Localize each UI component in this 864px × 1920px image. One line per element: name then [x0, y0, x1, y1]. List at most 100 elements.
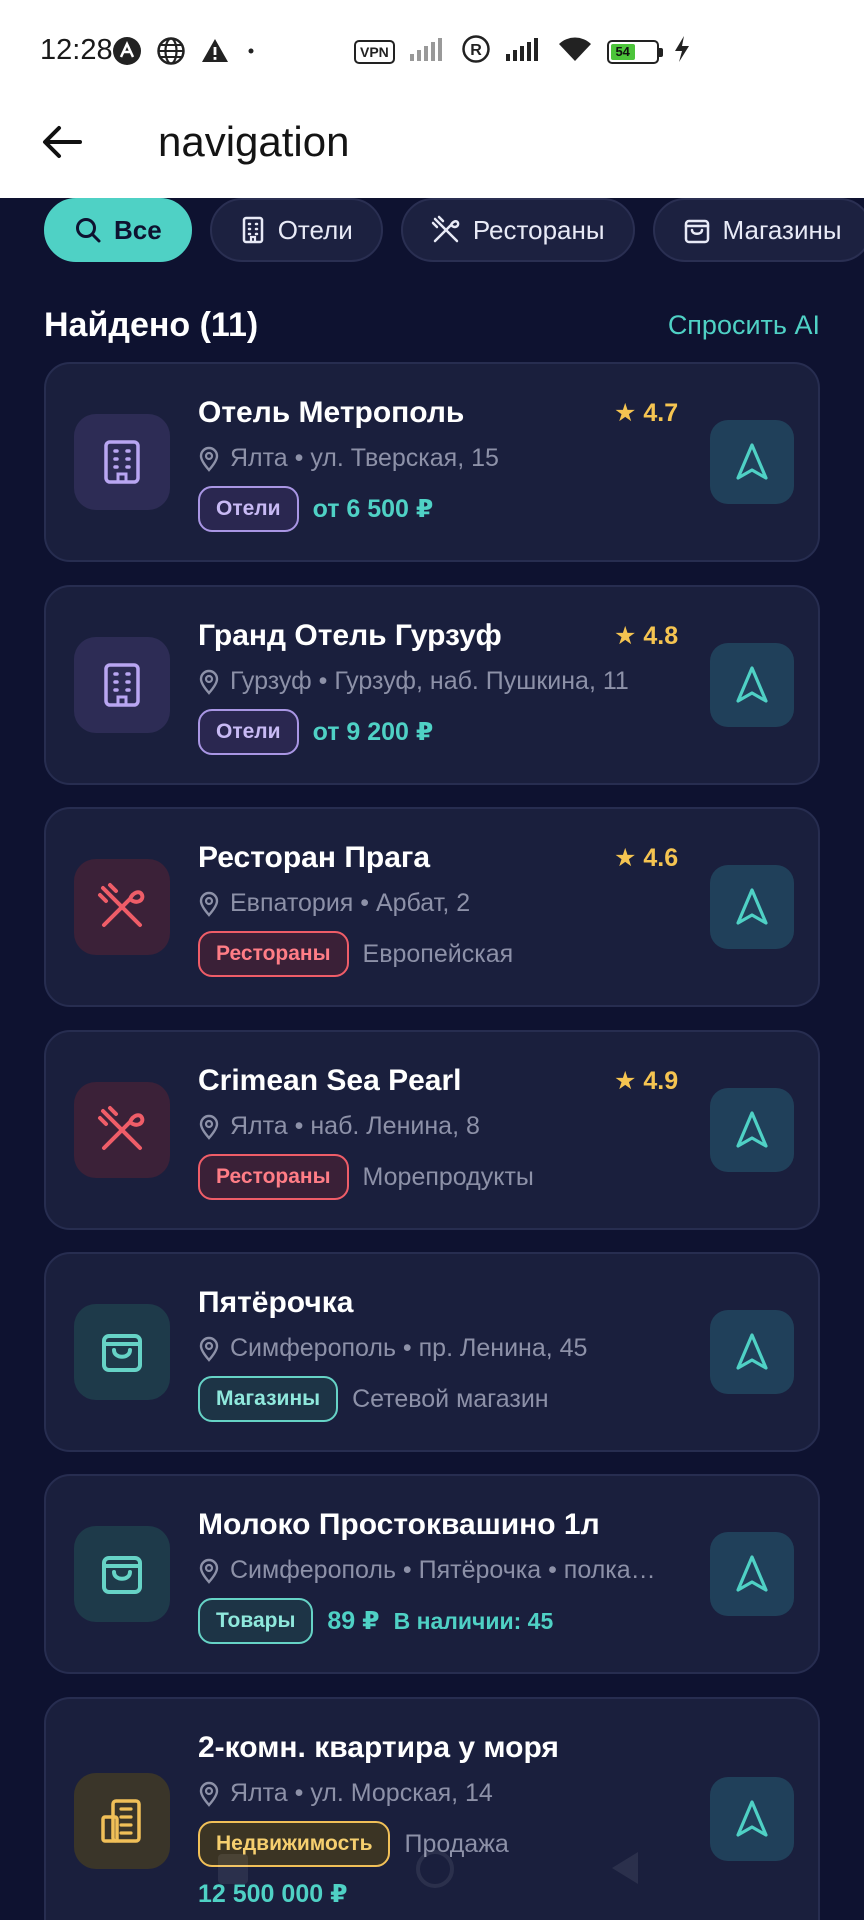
charging-icon [673, 35, 691, 68]
page-title: navigation [158, 118, 350, 165]
filter-label: Рестораны [472, 214, 605, 245]
location-pin-icon [199, 669, 219, 695]
results-count: Найдено (11) [44, 305, 259, 344]
location-pin-icon [199, 1558, 219, 1584]
navigation-arrow-icon [736, 1555, 768, 1592]
signal-strong-icon [505, 36, 543, 67]
navigate-button[interactable] [710, 1088, 794, 1172]
navigation-arrow-icon [736, 443, 768, 480]
vpn-badge: VPN [354, 39, 395, 64]
utensils-icon [431, 215, 460, 243]
navigate-button[interactable] [710, 420, 794, 504]
address-text: Симферополь • пр. Ленина, 45 [230, 1334, 588, 1362]
card-title: Ресторан Прага [198, 841, 431, 874]
globe-icon [156, 36, 186, 71]
navigation-arrow-icon [736, 1800, 768, 1837]
navigate-button[interactable] [710, 865, 794, 949]
search-icon [76, 218, 101, 243]
card-price: 89 ₽ [327, 1607, 380, 1635]
navigate-button[interactable] [710, 1532, 794, 1616]
stock-count: В наличии: 45 [393, 1607, 554, 1634]
card-tags: Товары 89 ₽ В наличии: 45 [198, 1598, 553, 1644]
registered-icon: R [461, 34, 491, 69]
status-right-icons: VPN R 54 [354, 34, 691, 69]
filter-hotels[interactable]: Отели [209, 198, 383, 262]
warning-icon [200, 36, 230, 71]
card-title: Гранд Отель Гурзуф [198, 619, 502, 652]
results-header: Найдено (11) Спросить AI [44, 300, 820, 350]
place-card[interactable]: Гранд Отель Гурзуф ★ 4.8 Гурзуф • Гурзуф… [44, 585, 820, 785]
recents-button[interactable] [218, 1854, 248, 1884]
location-pin-icon [199, 1336, 219, 1362]
app-notification-icon [112, 36, 142, 71]
product-card[interactable]: Молоко Простоквашино 1л Симферополь • Пя… [44, 1474, 820, 1674]
svg-text:R: R [470, 42, 482, 59]
card-title: Отель Метрополь [198, 396, 465, 429]
bag-icon [74, 1526, 170, 1622]
category-tag: Магазины [198, 1376, 339, 1422]
place-card[interactable]: Crimean Sea Pearl ★ 4.9 Ялта • наб. Лени… [44, 1030, 820, 1230]
card-address: Гурзуф • Гурзуф, наб. Пушкина, 11 [198, 667, 658, 696]
category-tag: Отели [198, 709, 299, 755]
address-text: Ялта • ул. Морская, 14 [230, 1779, 493, 1807]
place-card[interactable]: Ресторан Прага ★ 4.6 Евпатория • Арбат, … [44, 807, 820, 1007]
arrow-left-icon [43, 126, 82, 158]
card-subtitle: Европейская [362, 939, 514, 968]
filter-label: Отели [277, 214, 353, 245]
location-pin-icon [199, 1781, 219, 1807]
location-pin-icon [199, 891, 219, 917]
filter-label: Все [114, 214, 162, 245]
category-tag: Товары [198, 1598, 314, 1644]
card-tags: Рестораны Европейская [198, 931, 513, 977]
utensils-icon [74, 859, 170, 955]
status-left-icons [112, 36, 258, 71]
card-address: Симферополь • пр. Ленина, 45 [198, 1334, 658, 1363]
address-text: Симферополь • Пятёрочка • полка ... [229, 1556, 658, 1584]
card-tags: Отели от 9 200 ₽ [198, 709, 433, 755]
app-bar: navigation [0, 100, 864, 198]
card-address: Евпатория • Арбат, 2 [198, 889, 658, 918]
place-card[interactable]: Пятёрочка Симферополь • пр. Ленина, 45 М… [44, 1252, 820, 1452]
card-title: Crimean Sea Pearl [198, 1064, 462, 1097]
navigation-arrow-icon [736, 888, 768, 925]
card-rating: ★ 4.8 [614, 622, 679, 650]
wifi-icon [557, 35, 593, 68]
back-button[interactable] [36, 116, 88, 168]
bag-icon [74, 1304, 170, 1400]
filter-restaurants[interactable]: Рестораны [400, 198, 635, 262]
location-pin-icon [199, 1114, 219, 1140]
place-card[interactable]: Отель Метрополь ★ 4.7 Ялта • ул. Тверска… [44, 362, 820, 562]
ask-ai-link[interactable]: Спросить AI [668, 310, 820, 341]
building-icon [242, 216, 263, 244]
card-price: от 9 200 ₽ [312, 718, 434, 746]
filter-label: Магазины [722, 214, 842, 245]
navigate-button[interactable] [710, 1310, 794, 1394]
hotel-icon [74, 414, 170, 510]
navigation-arrow-icon [736, 1111, 768, 1148]
address-text: Ялта • ул. Тверская, 15 [230, 444, 499, 472]
address-text: Евпатория • Арбат, 2 [230, 889, 471, 917]
signal-weak-icon [409, 36, 447, 67]
filter-bar: Все Отели Рестораны Магазины [0, 190, 864, 270]
home-button[interactable] [416, 1850, 454, 1888]
card-subtitle: Морепродукты [362, 1162, 534, 1191]
card-price: от 6 500 ₽ [312, 495, 434, 523]
card-title: Молоко Простоквашино 1л [198, 1508, 600, 1541]
location-pin-icon [199, 446, 219, 472]
card-subtitle: Сетевой магазин [352, 1384, 549, 1413]
card-title: Пятёрочка [198, 1286, 354, 1319]
navigation-arrow-icon [736, 1333, 768, 1370]
system-navigation-bar [0, 1840, 864, 1900]
category-tag: Отели [198, 486, 299, 532]
navigate-button[interactable] [710, 643, 794, 727]
card-tags: Рестораны Морепродукты [198, 1154, 534, 1200]
category-tag: Рестораны [198, 1154, 349, 1200]
filter-all[interactable]: Все [44, 198, 192, 262]
back-nav-button[interactable] [612, 1852, 638, 1884]
card-address: Ялта • наб. Ленина, 8 [198, 1112, 658, 1141]
card-address: Ялта • ул. Тверская, 15 [198, 444, 658, 473]
card-title: 2-комн. квартира у моря [198, 1731, 559, 1764]
card-address: Ялта • ул. Морская, 14 [198, 1779, 658, 1808]
card-address: Симферополь • Пятёрочка • полка ... [198, 1556, 658, 1585]
filter-shops[interactable]: Магазины [652, 198, 864, 262]
